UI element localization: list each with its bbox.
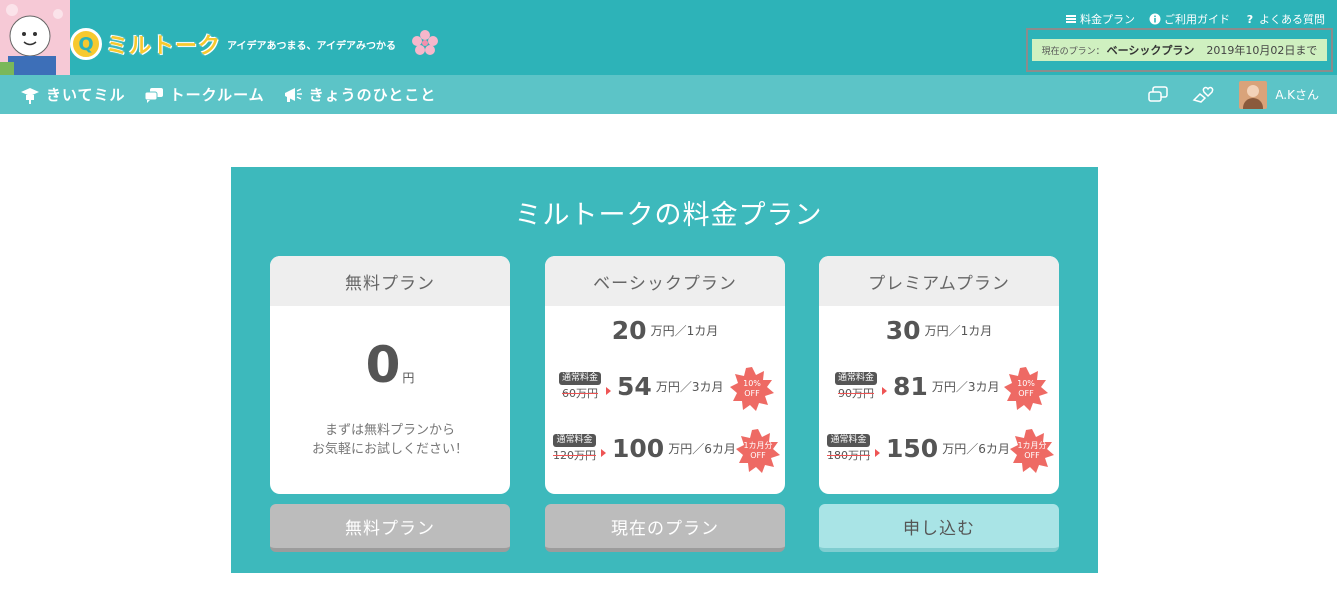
regular-price: 通常料金 60万円: [559, 372, 602, 401]
burst-text: 10%: [743, 379, 761, 388]
free-plan-card: 無料プラン 0円 まずは無料プランから お気軽にお試しください！: [270, 256, 510, 494]
nav-item-kiitemiru[interactable]: きいてミル: [20, 84, 126, 105]
nav-item-label: きょうのひとこと: [308, 86, 437, 104]
logo[interactable]: Q ミルトーク アイデアあつまる、アイデアみつかる: [70, 28, 396, 60]
regular-price-value: 120万円: [553, 449, 596, 462]
guide-label: ご利用ガイド: [1164, 13, 1230, 26]
regular-price-value: 90万円: [838, 387, 874, 400]
arrow-icon: [606, 386, 612, 395]
free-plan-note: まずは無料プランから お気軽にお試しください！: [270, 421, 510, 459]
price-value: 30: [885, 316, 921, 345]
discount-burst: 1カ月分 OFF: [735, 428, 781, 474]
price-unit: 万円／3カ月: [931, 380, 1000, 394]
nav-bar: きいてミル トークルーム きょうのひとこと A.Kさん: [0, 75, 1337, 114]
burst-text: OFF: [1018, 389, 1034, 398]
price-unit: 万円／3カ月: [655, 380, 724, 394]
header-bar: Q ミルトーク アイデアあつまる、アイデアみつかる 料金プラン ご利用ガイド ?…: [0, 0, 1337, 75]
chat-bubbles-icon: [144, 87, 163, 103]
nav-item-label: きいてミル: [46, 86, 126, 104]
monthly-price: 30 万円／1カ月: [819, 316, 1059, 345]
question-icon: ?: [1246, 12, 1254, 26]
arrow-icon: [601, 448, 606, 457]
price-plan-label: 料金プラン: [1080, 13, 1135, 26]
guide-link[interactable]: ご利用ガイド: [1149, 11, 1230, 27]
price-unit: 円: [402, 371, 415, 385]
tagline: アイデアあつまる、アイデアみつかる: [227, 40, 397, 52]
burst-text: OFF: [750, 451, 766, 460]
info-icon: [1149, 13, 1161, 25]
current-plan-status: 現在のプラン： ベーシックプラン 2019年10月02日まで: [1031, 39, 1328, 61]
price-unit: 万円／1カ月: [650, 324, 719, 338]
regular-price-badge: 通常料金: [553, 434, 596, 447]
arrow-icon: [882, 386, 888, 395]
cherry-blossom-icon: [412, 30, 438, 55]
current-plan-button[interactable]: 現在のプラン: [545, 504, 785, 552]
plan-name: 無料プラン: [270, 256, 510, 306]
free-price: 0円: [270, 336, 510, 394]
current-plan-name: ベーシックプラン: [1106, 44, 1195, 57]
price-unit: 万円／6カ月: [942, 442, 1010, 456]
note-line: まずは無料プランから: [324, 423, 455, 438]
plan-name: プレミアムプラン: [819, 256, 1059, 306]
price-unit: 万円／1カ月: [924, 324, 993, 338]
regular-price-badge: 通常料金: [827, 434, 870, 447]
top-links: 料金プラン ご利用ガイド ? よくある質問: [1065, 11, 1325, 27]
current-plan-box: 現在のプラン： ベーシックプラン 2019年10月02日まで: [1026, 28, 1333, 72]
faq-link[interactable]: ? よくある質問: [1244, 11, 1325, 27]
regular-price: 通常料金 180万円: [827, 434, 870, 463]
nav-item-label: トークルーム: [169, 86, 265, 104]
current-plan-until: 2019年10月02日まで: [1206, 44, 1318, 57]
nav-item-hitokoto[interactable]: きょうのひとこと: [283, 84, 437, 105]
plan-name: ベーシックプラン: [545, 256, 785, 306]
regular-price-value: 180万円: [827, 449, 870, 462]
apply-button[interactable]: 申し込む: [819, 504, 1059, 552]
mortarboard-icon: [21, 87, 39, 104]
regular-price: 通常料金 120万円: [553, 434, 596, 463]
price-value: 0: [365, 336, 401, 394]
megaphone-icon: [284, 87, 302, 102]
nav-item-talkroom[interactable]: トークルーム: [144, 84, 265, 105]
burst-text: 10%: [1017, 379, 1035, 388]
price-icon: [1066, 15, 1076, 23]
price-value: 100: [612, 434, 665, 463]
arrow-icon: [875, 448, 880, 457]
current-plan-prefix: 現在のプラン：: [1041, 46, 1105, 57]
price-unit: 万円／6カ月: [668, 442, 736, 456]
burst-text: 1カ月分: [743, 441, 773, 450]
discount-burst: 10% OFF: [729, 366, 775, 412]
burst-text: 1カ月分: [1017, 441, 1047, 450]
discount-burst: 10% OFF: [1003, 366, 1049, 412]
premium-plan-card: プレミアムプラン 30 万円／1カ月 通常料金 90万円 81 万円／3カ月 1…: [819, 256, 1059, 494]
mascot-icon: [0, 0, 70, 75]
price-value: 150: [886, 434, 939, 463]
faq-label: よくある質問: [1259, 13, 1325, 26]
logo-text: ミルトーク: [106, 34, 222, 59]
price-value: 81: [893, 372, 928, 401]
discount-burst: 1カ月分 OFF: [1009, 428, 1055, 474]
price-value: 54: [617, 372, 652, 401]
messages-icon[interactable]: [1147, 85, 1169, 105]
avatar[interactable]: [1239, 80, 1268, 109]
monthly-price: 20 万円／1カ月: [545, 316, 785, 345]
free-plan-button[interactable]: 無料プラン: [270, 504, 510, 552]
regular-price: 通常料金 90万円: [835, 372, 878, 401]
price-plan-link[interactable]: 料金プラン: [1065, 11, 1135, 27]
handshake-heart-icon[interactable]: [1191, 85, 1217, 105]
note-line: お気軽にお試しください！: [311, 442, 468, 457]
burst-text: OFF: [744, 389, 760, 398]
user-name[interactable]: A.Kさん: [1275, 86, 1319, 103]
regular-price-value: 60万円: [562, 387, 598, 400]
price-value: 20: [611, 316, 647, 345]
pricing-title: ミルトークの料金プラン: [514, 200, 823, 231]
regular-price-badge: 通常料金: [835, 372, 878, 385]
basic-plan-card: ベーシックプラン 20 万円／1カ月 通常料金 60万円 54 万円／3カ月 1…: [545, 256, 785, 494]
logo-mark: Q: [70, 28, 102, 60]
regular-price-badge: 通常料金: [559, 372, 602, 385]
burst-text: OFF: [1024, 451, 1040, 460]
